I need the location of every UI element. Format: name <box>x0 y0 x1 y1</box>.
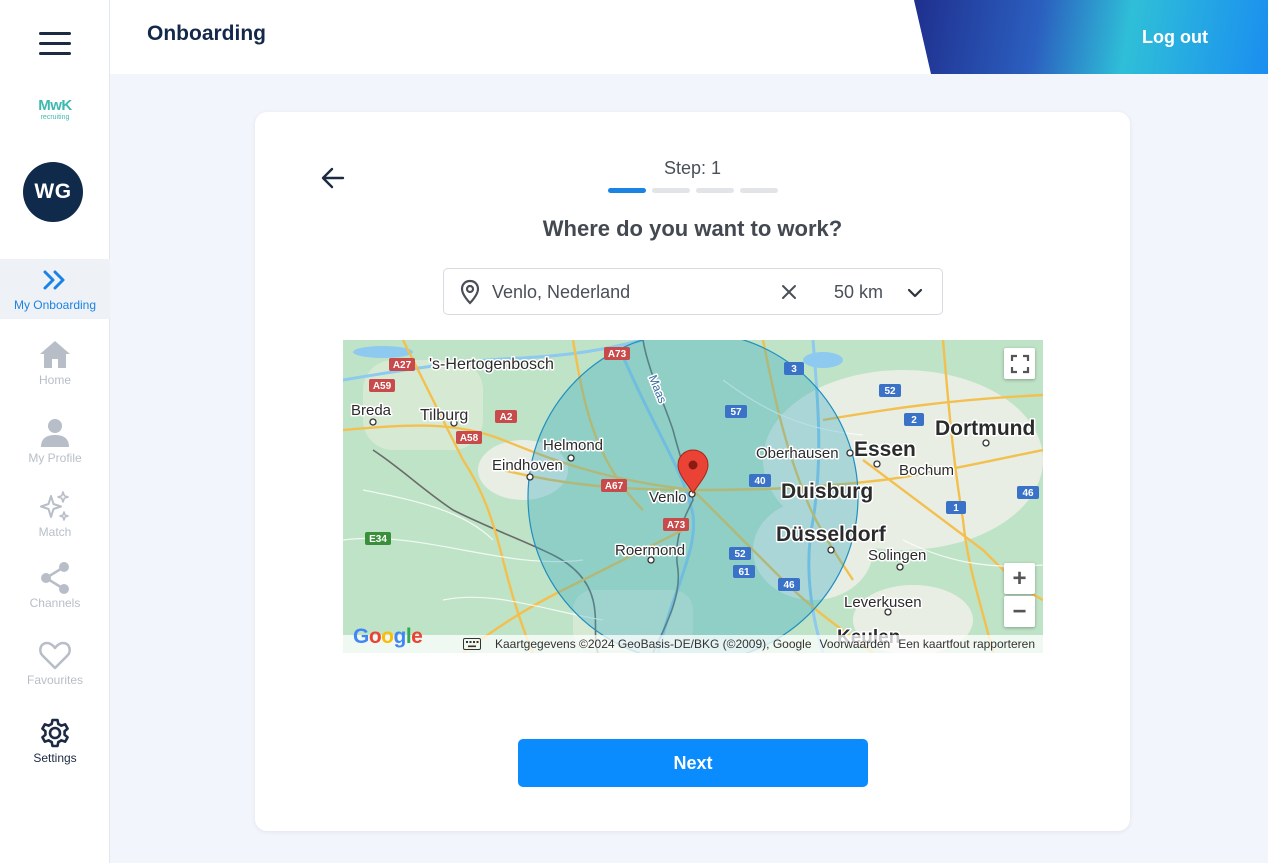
map-label-city: Dortmund <box>935 417 1035 440</box>
road-shield: 1 <box>953 503 959 514</box>
map-label-city: Venlo <box>649 489 687 506</box>
road-shield: 40 <box>754 476 766 487</box>
location-pin-icon <box>460 279 480 305</box>
sidebar-item-channels[interactable]: Channels <box>0 561 110 621</box>
map-label-city: Eindhoven <box>492 457 563 474</box>
logo-text: MwK <box>38 97 72 114</box>
sidebar-item-label: Settings <box>33 751 77 765</box>
share-icon <box>41 562 69 594</box>
road-shield: 3 <box>791 364 797 375</box>
map[interactable]: A27 A59 A2 A58 A73 A67 A73 E34 3 57 52 2… <box>343 340 1043 653</box>
map-data-credit[interactable]: Kaartgegevens ©2024 GeoBasis-DE/BKG (©20… <box>495 637 812 651</box>
road-shield: 52 <box>884 386 896 397</box>
sidebar-item-label: My Profile <box>28 451 82 465</box>
google-logo[interactable]: Google <box>353 625 423 649</box>
keyboard-icon[interactable] <box>462 638 481 650</box>
clear-icon[interactable] <box>780 283 798 301</box>
logout-banner: Log out <box>914 0 1268 74</box>
progress-segment <box>608 188 646 193</box>
heart-icon <box>39 641 71 670</box>
road-shield: 2 <box>911 415 917 426</box>
map-canvas[interactable]: A27 A59 A2 A58 A73 A67 A73 E34 3 57 52 2… <box>343 340 1043 653</box>
next-button[interactable]: Next <box>518 739 868 787</box>
road-shield: A67 <box>605 481 624 492</box>
road-shield: 46 <box>783 580 795 591</box>
road-shield: A27 <box>393 360 412 371</box>
avatar[interactable]: WG <box>23 162 83 222</box>
page-title: Onboarding <box>147 22 266 45</box>
sparkles-icon <box>40 491 69 521</box>
onboarding-card: Step: 1 Where do you want to work? 50 km <box>255 112 1130 831</box>
sidebar-item-my-onboarding[interactable]: My Onboarding <box>0 259 110 319</box>
map-label-city: Roermond <box>615 542 685 559</box>
road-shield: A58 <box>460 433 479 444</box>
map-label-city: Tilburg <box>420 407 468 424</box>
map-label-city: Solingen <box>868 547 926 564</box>
step-label: Step: 1 <box>663 158 722 178</box>
road-shield: 52 <box>734 549 746 560</box>
map-label-city: Essen <box>854 438 916 461</box>
question-heading: Where do you want to work? <box>542 216 843 241</box>
double-chevron-right-icon <box>43 270 65 290</box>
fullscreen-button[interactable] <box>1004 348 1035 379</box>
map-label-city: 's-Hertogenbosch <box>429 356 554 373</box>
chevron-down-icon[interactable] <box>906 284 924 302</box>
logo-subtext: recruiting <box>40 114 70 121</box>
home-icon <box>40 341 70 368</box>
sidebar-item-home[interactable]: Home <box>0 338 110 398</box>
progress-segment <box>696 188 734 193</box>
zoom-out-button[interactable]: − <box>1004 596 1035 627</box>
menu-icon[interactable] <box>39 32 71 56</box>
sidebar-item-label: Home <box>38 373 71 387</box>
progress-segment <box>740 188 778 193</box>
road-shield: A59 <box>373 381 392 392</box>
sidebar-item-label: My Onboarding <box>13 298 97 312</box>
gear-icon <box>41 718 69 748</box>
map-attribution: Kaartgegevens ©2024 GeoBasis-DE/BKG (©20… <box>343 635 1043 653</box>
road-shield: 61 <box>738 567 750 578</box>
sidebar-item-favourites[interactable]: Favourites <box>0 638 110 698</box>
radius-select[interactable]: 50 km <box>834 282 883 303</box>
sidebar-item-label: Favourites <box>26 673 84 687</box>
map-label-city: Leverkusen <box>844 594 922 611</box>
map-report-link[interactable]: Een kaartfout rapporteren <box>898 637 1035 651</box>
road-shield: E34 <box>369 534 387 545</box>
step-progress <box>608 188 778 193</box>
sidebar-item-label: Channels <box>29 596 81 610</box>
road-shield: A2 <box>500 412 513 423</box>
map-label-city: Oberhausen <box>756 445 839 462</box>
road-shield: A73 <box>667 520 686 531</box>
sidebar: MwK recruiting WG My Onboarding Home My … <box>0 0 110 863</box>
progress-segment <box>652 188 690 193</box>
road-shield: A73 <box>608 349 627 360</box>
sidebar-item-label: Match <box>38 525 72 539</box>
person-icon <box>41 419 69 447</box>
top-header: Onboarding Log out <box>110 0 1268 74</box>
sidebar-item-settings[interactable]: Settings <box>0 716 110 776</box>
road-shield: 57 <box>730 407 742 418</box>
fullscreen-icon <box>1010 354 1029 373</box>
zoom-in-button[interactable]: + <box>1004 563 1035 594</box>
map-label-city: Helmond <box>543 437 603 454</box>
location-input[interactable] <box>492 279 762 305</box>
sidebar-item-my-profile[interactable]: My Profile <box>0 416 110 476</box>
map-label-city: Breda <box>351 402 392 419</box>
map-label-city: Düsseldorf <box>776 523 887 546</box>
location-search: 50 km <box>443 268 943 315</box>
map-label-city: Duisburg <box>781 480 873 503</box>
logout-button[interactable]: Log out <box>1142 27 1208 48</box>
map-label-city: Bochum <box>899 462 954 479</box>
sidebar-item-match[interactable]: Match <box>0 490 110 550</box>
road-shield: 46 <box>1022 488 1034 499</box>
logo: MwK recruiting <box>26 98 84 122</box>
map-terms-link[interactable]: Voorwaarden <box>820 637 891 651</box>
